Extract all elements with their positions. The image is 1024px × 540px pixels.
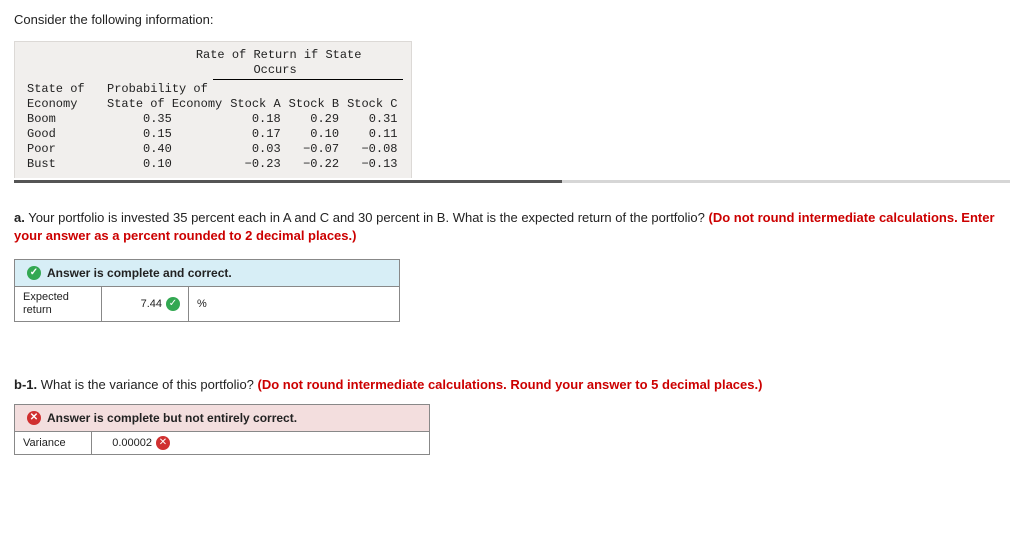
cross-icon: ✕ — [27, 411, 41, 425]
answer-unit: % — [189, 287, 229, 320]
feedback-text: Answer is complete but not entirely corr… — [47, 411, 297, 425]
check-icon: ✓ — [27, 266, 41, 280]
answer-label: Expected return — [15, 287, 102, 320]
data-table: Rate of Return if State Occurs State of … — [14, 41, 1010, 183]
answer-value: 7.44 ✓ — [102, 287, 189, 320]
table-row: Boom 0.35 0.18 0.29 0.31 — [23, 112, 402, 127]
question-b1: b-1. What is the variance of this portfo… — [14, 376, 1010, 394]
check-icon: ✓ — [166, 297, 180, 311]
table-row: Bust 0.10 −0.23 −0.22 −0.13 — [23, 157, 402, 172]
answer-value: 0.00002 ✕ — [92, 432, 178, 454]
answer-block-a: ✓ Answer is complete and correct. Expect… — [14, 259, 400, 321]
question-a: a. Your portfolio is invested 35 percent… — [14, 209, 1010, 245]
feedback-text: Answer is complete and correct. — [47, 266, 232, 280]
answer-block-b1: ✕ Answer is complete but not entirely co… — [14, 404, 430, 455]
table-header-row: Economy State of EconomyStock AStock BSt… — [23, 97, 402, 112]
table-row: Poor 0.40 0.03 −0.07 −0.08 — [23, 142, 402, 157]
answer-label: Variance — [15, 432, 92, 454]
cross-icon: ✕ — [156, 436, 170, 450]
table-row: Good 0.15 0.17 0.10 0.11 — [23, 127, 402, 142]
intro-text: Consider the following information: — [14, 12, 1010, 27]
table-header-row: State of Probability of — [23, 82, 402, 97]
